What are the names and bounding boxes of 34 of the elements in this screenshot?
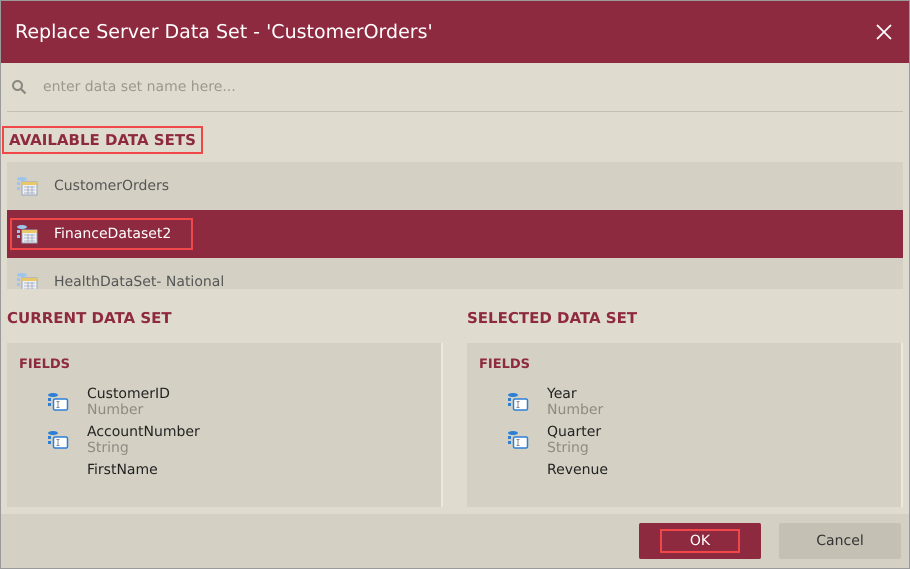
search-field[interactable]: enter data set name here... (41, 78, 903, 96)
field-name: Revenue (546, 462, 608, 478)
field-name: AccountNumber (87, 424, 200, 440)
data-set-name: CustomerOrders (54, 178, 170, 194)
field-type: String (87, 440, 130, 456)
data-table-icon (16, 176, 38, 196)
field-name: FirstName (86, 462, 158, 478)
data-set-name: FinanceDataset2 (54, 226, 172, 242)
section-heading: CURRENT DATA SET (7, 308, 173, 329)
section-heading: AVAILABLE DATA SETS (2, 126, 203, 154)
fields-heading: FIELDS (479, 357, 532, 372)
field-icon (47, 392, 69, 412)
data-set-item[interactable]: FinanceDataset2 (7, 210, 903, 258)
search-icon (11, 79, 27, 95)
field-name: Year (547, 386, 578, 402)
window-title: Replace Server Data Set - 'CustomerOrders' (15, 21, 433, 43)
field-type: String (547, 440, 590, 456)
data-table-icon (16, 272, 38, 289)
field-name: Quarter (547, 424, 602, 440)
ok-button[interactable]: OK (639, 523, 761, 559)
data-set-name: HealthDataSet- National (54, 274, 224, 289)
field-icon (507, 430, 529, 450)
cancel-button[interactable]: Cancel (779, 523, 901, 559)
fields-heading: FIELDS (19, 357, 72, 372)
data-table-icon (16, 224, 38, 244)
field-type: Number (87, 402, 144, 418)
field-icon (47, 430, 69, 450)
field-type: Number (547, 402, 604, 418)
close-icon (875, 23, 893, 41)
data-set-item[interactable]: CustomerOrders (7, 162, 903, 210)
field-name: CustomerID (87, 386, 170, 402)
section-heading: SELECTED DATA SET (467, 308, 638, 329)
field-icon (507, 392, 529, 412)
data-set-item[interactable]: HealthDataSet- National (7, 258, 903, 289)
